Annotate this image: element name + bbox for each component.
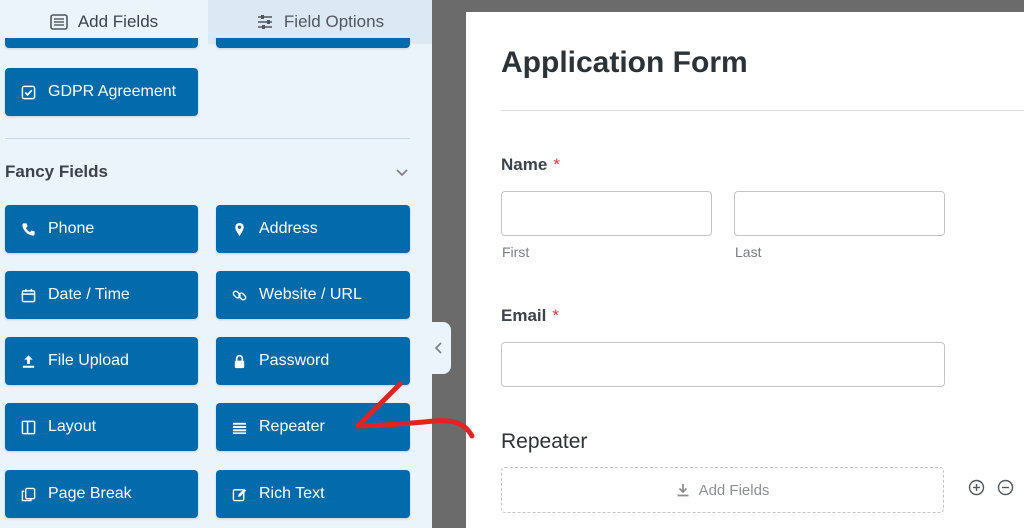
repeater-icon [232,422,247,434]
file-upload-label: File Upload [48,352,129,369]
calendar-icon [21,288,36,302]
partial-field-button-left[interactable] [5,38,198,48]
chevron-down-icon[interactable] [394,164,410,180]
name-field-label[interactable]: Name * [501,155,560,175]
phone-icon [22,222,35,236]
form-title-divider [501,110,1024,111]
fancy-fields-title[interactable]: Fancy Fields [5,162,108,182]
list-icon [50,14,68,30]
download-icon [677,484,689,497]
last-name-input[interactable] [734,191,945,236]
layout-label: Layout [48,418,97,435]
file-upload-button[interactable]: File Upload [5,337,198,385]
layout-icon [21,420,36,434]
partial-field-button-right[interactable] [216,38,410,48]
chevron-left-icon [434,342,442,354]
repeater-label: Repeater [259,418,325,435]
form-title: Application Form [501,46,748,79]
repeater-button[interactable]: Repeater [216,403,410,451]
address-label: Address [259,220,318,237]
tab-field-options-label: Field Options [283,12,385,31]
map-pin-icon [235,222,244,236]
phone-button[interactable]: Phone [5,205,198,253]
checkbox-icon [21,85,36,99]
first-sublabel: First [502,244,530,260]
first-name-input[interactable] [501,191,712,236]
last-sublabel: Last [735,244,762,260]
layout-button[interactable]: Layout [5,403,198,451]
website-url-button[interactable]: Website / URL [216,271,410,319]
builder-backdrop-top [466,0,1024,12]
rich-text-button[interactable]: Rich Text [216,470,410,518]
copy-icon [21,487,36,501]
add-fields-dropzone-label: Add Fields [698,481,770,499]
password-button[interactable]: Password [216,337,410,385]
gdpr-agreement-button[interactable]: GDPR Agreement [5,68,198,116]
remove-row-icon[interactable] [997,479,1014,496]
add-fields-panel: Add Fields Field Options GDPR Agreement … [0,0,432,528]
repeater-dropzone[interactable]: Add Fields [501,467,944,513]
builder-backdrop [432,0,466,528]
email-label-text: Email [501,306,547,325]
name-label-text: Name [501,155,548,174]
link-icon [232,290,247,300]
date-time-label: Date / Time [48,286,130,303]
upload-icon [22,354,35,368]
gdpr-agreement-label: GDPR Agreement [48,83,177,100]
section-divider [5,138,410,139]
form-preview: Application Form Name * First Last Email *… [466,12,1024,528]
address-button[interactable]: Address [216,205,410,253]
sliders-icon [257,15,272,29]
collapse-panel-handle[interactable] [427,322,451,374]
rich-text-label: Rich Text [259,485,325,502]
repeater-field-title[interactable]: Repeater [501,430,587,454]
page-break-button[interactable]: Page Break [5,470,198,518]
required-mark: * [552,306,559,325]
tab-add-fields-label: Add Fields [77,12,159,31]
edit-icon [232,488,247,501]
website-url-label: Website / URL [259,286,362,303]
required-mark: * [553,155,560,174]
lock-icon [234,354,245,368]
page-break-label: Page Break [48,485,132,502]
phone-label: Phone [48,220,95,237]
add-row-icon[interactable] [968,479,985,496]
email-field-label[interactable]: Email * [501,306,559,326]
date-time-button[interactable]: Date / Time [5,271,198,319]
password-label: Password [259,352,330,369]
email-input[interactable] [501,342,945,387]
